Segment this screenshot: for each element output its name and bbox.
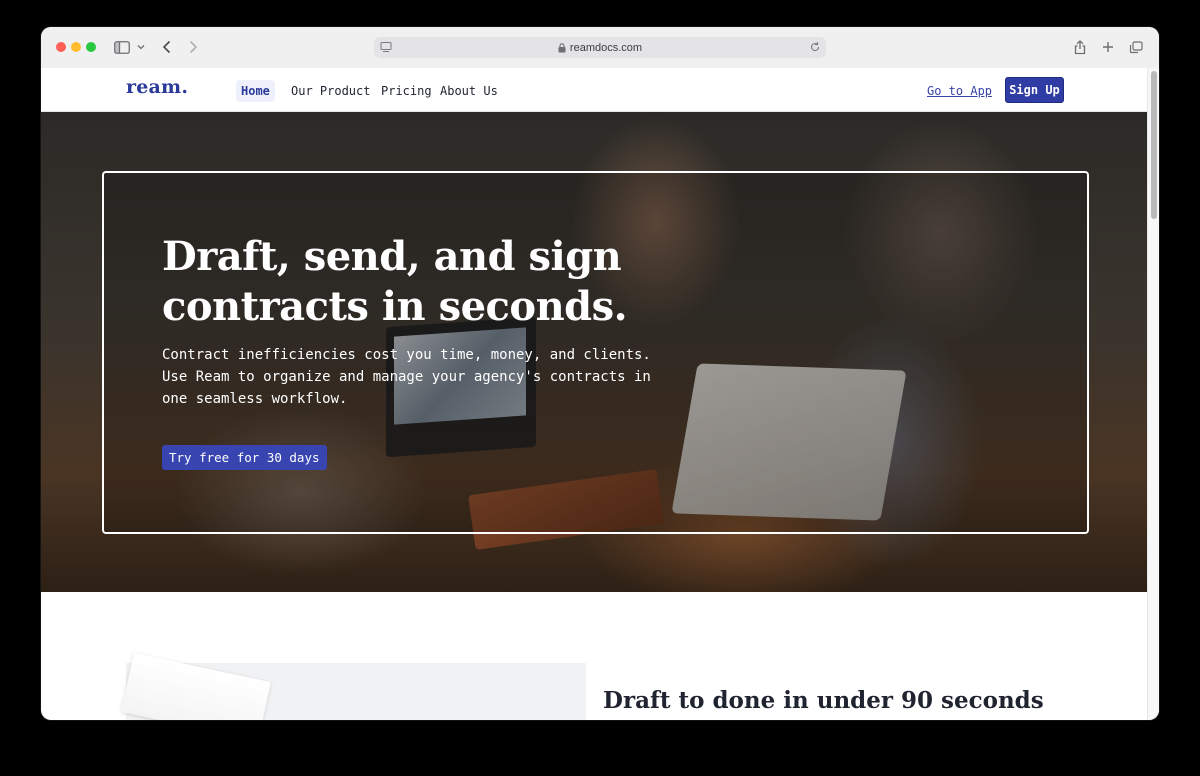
lock-icon	[558, 42, 566, 53]
site-settings-icon[interactable]	[380, 41, 392, 56]
scrollbar-thumb[interactable]	[1151, 71, 1157, 219]
tab-overview-icon[interactable]	[1129, 38, 1143, 56]
minimize-window-button[interactable]	[71, 42, 81, 52]
hero-section: Draft, send, and sign contracts in secon…	[41, 112, 1147, 592]
try-free-button[interactable]: Try free for 30 days	[162, 445, 327, 470]
chevron-down-icon[interactable]	[137, 38, 145, 56]
browser-toolbar: reamdocs.com	[41, 27, 1159, 69]
go-to-app-link[interactable]: Go to App	[927, 80, 992, 102]
address-bar[interactable]: reamdocs.com	[374, 37, 826, 58]
new-tab-icon[interactable]	[1102, 38, 1114, 56]
hero-subtitle: Contract inefficiencies cost you time, m…	[162, 347, 651, 407]
close-window-button[interactable]	[56, 42, 66, 52]
hero-title: Draft, send, and sign contracts in secon…	[162, 233, 628, 330]
logo[interactable]: ream.	[126, 76, 188, 98]
nav-link-pricing[interactable]: Pricing	[376, 80, 437, 102]
sign-up-button[interactable]: Sign Up	[1005, 77, 1064, 103]
nav-link-home[interactable]: Home	[236, 80, 275, 102]
zoom-window-button[interactable]	[86, 42, 96, 52]
page-scrollbar[interactable]	[1147, 68, 1159, 720]
nav-link-our-product[interactable]: Our Product	[286, 80, 375, 102]
nav-link-about-us[interactable]: About Us	[435, 80, 503, 102]
browser-window: reamdocs.com ream. Home Our Product Pric…	[41, 27, 1159, 720]
share-icon[interactable]	[1074, 38, 1086, 56]
sidebar-toggle-icon[interactable]	[114, 38, 130, 56]
site-header: ream. Home Our Product Pricing About Us …	[41, 68, 1147, 112]
forward-arrow-icon[interactable]	[189, 38, 198, 56]
feature-title: Draft to done in under 90 seconds	[603, 687, 1044, 714]
back-arrow-icon[interactable]	[162, 38, 171, 56]
url-text: reamdocs.com	[569, 41, 643, 54]
reload-icon[interactable]	[809, 41, 821, 56]
